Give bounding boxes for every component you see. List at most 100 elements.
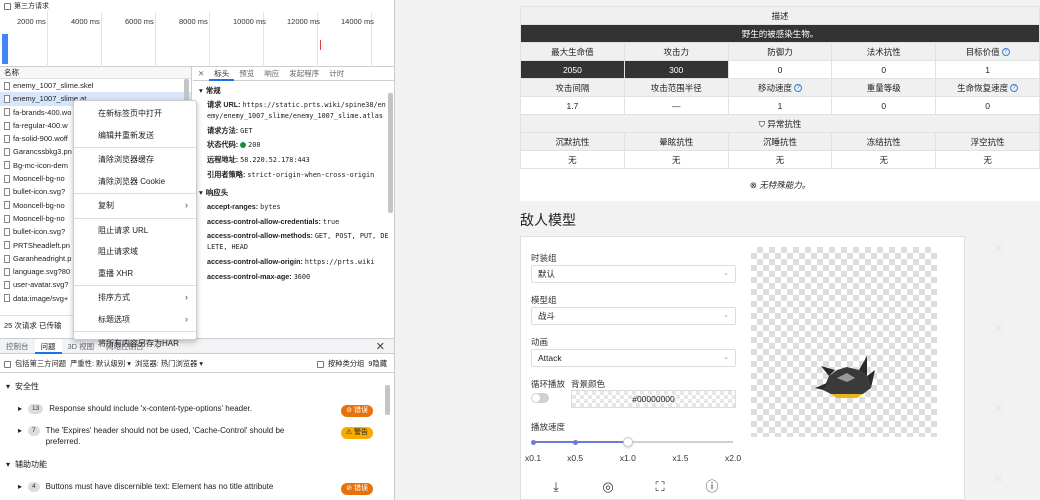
background-deco-icon: ✕ [992,470,1004,486]
tab-4[interactable]: 计时 [324,67,349,81]
model-canvas[interactable] [751,247,937,437]
resistance-header: 晕眩抗性 [623,132,729,151]
screenshot-icon[interactable]: ◎ [600,479,616,495]
context-menu-item[interactable]: 排序方式 › [74,287,196,309]
header-value: 3600 [293,272,311,281]
context-menu-item[interactable]: 重播 XHR [74,263,196,285]
menu-separator [74,331,196,332]
file-icon [4,108,10,117]
security-section-header[interactable]: ▾ 安全性 [0,376,383,396]
group-by-kind-checkbox[interactable] [316,360,324,368]
slider-tick-label: x1.0 [619,453,636,463]
context-menu-item[interactable]: 清除浏览器缓存 [74,149,196,171]
tab-0[interactable]: 标头 [209,67,235,81]
stat-header: 重量等级 [831,78,937,97]
triangle-down-icon: ▾ [6,459,11,469]
loop-toggle[interactable] [531,393,549,403]
context-menu-item[interactable]: 阻止请求域 [74,241,196,263]
timeline-gridline [47,12,48,67]
background-deco-icon: ✕ [992,400,1004,416]
severity-dropdown[interactable]: 严重性: 默认级别 ▾ [70,359,131,369]
a11y-section-header[interactable]: ▾ 辅助功能 [0,454,383,474]
bg-color-input[interactable]: #00000000 [571,390,736,408]
context-menu-item[interactable]: 复制 › [74,195,196,217]
drawer-tab-0[interactable]: 控制台 [0,339,35,354]
header-value: true [322,217,340,226]
file-icon [4,161,10,170]
drawer-tab-1[interactable]: 问题 [34,338,62,354]
network-timeline[interactable]: 2000 ms 4000 ms 6000 ms 8000 ms 10000 ms 1200… [0,12,394,67]
skin-group-select[interactable]: 默认 ⌄ [531,265,736,283]
third-party-filter[interactable]: 第三方请求 [0,0,394,12]
issue-row[interactable]: ▸ 4 Buttons must have discernible text: El… [0,481,383,495]
info-icon[interactable]: ⓘ [704,479,720,495]
stat-value: 0 [935,96,1040,115]
model-group-label: 模型组 [531,295,557,305]
header-key: access-control-max-age: [207,271,292,281]
response-header-row: access-control-allow-credentials: true [193,215,394,230]
issues-toolbar: 包括第三方问题 严重性: 默认级别 ▾ 浏览器: 热门浏览器 ▾ 按种类分组 9… [0,356,394,373]
help-icon[interactable]: ? [794,84,802,93]
help-icon[interactable]: ? [1010,84,1019,93]
menu-separator [74,193,196,194]
status-ok-icon [240,142,247,149]
stat-value: 0 [727,60,833,79]
model-group-select[interactable]: 战斗 ⌄ [531,307,736,325]
download-icon[interactable]: ⤓ [548,479,564,495]
bg-color-label: 背景颜色 [571,379,606,389]
file-icon [4,174,10,183]
resistance-header: 沉睡抗性 [727,132,833,151]
slider-step-dot [572,439,578,445]
tab-3[interactable]: 发起程序 [284,67,324,81]
method-row: 请求方法: GET [207,125,253,135]
request-row[interactable]: enemy_1007_slime.skel [0,79,191,92]
third-party-checkbox[interactable] [4,2,11,10]
include-third-party-checkbox[interactable] [4,360,11,368]
drawer-close-icon[interactable]: ✕ [376,340,385,353]
menu-item-label: 复制 [98,201,114,210]
header-key: access-control-allow-origin: [207,256,303,266]
tab-2[interactable]: 响应 [259,67,284,81]
stat-header: 攻击力 [623,42,729,61]
help-icon[interactable]: ? [1001,48,1010,57]
browser-dropdown[interactable]: 浏览器: 热门浏览器 ▾ [135,359,203,369]
context-menu-item[interactable]: 阻止请求 URL [74,220,196,242]
issue-text: Response should include 'x-content-type-… [49,404,252,413]
request-name: fa-solid-900.woff [13,134,68,144]
response-header-row: access-control-max-age: 3600 [193,270,394,285]
slider-knob[interactable] [622,437,633,447]
request-name: bullet-icon.svg? [13,227,66,237]
issue-row[interactable]: ▸ 13 Response should include 'x-content-ty… [0,403,383,417]
file-icon [4,214,10,223]
description-header: 描述 [520,6,1040,25]
context-menu-item[interactable]: 将所有内容另存为HAR [74,333,196,355]
fullscreen-icon[interactable]: ⛶ [652,479,668,495]
context-menu-item[interactable]: 清除浏览器 Cookie [74,171,196,193]
issue-row[interactable]: ▸ 7 The 'Expires' header should not be use… [0,425,383,447]
detail-tabs: ✕ 标头 预览 响应 发起程序 计时 [193,67,394,81]
header-value: https://prts.wiki [304,257,375,266]
triangle-down-icon: ▾ [199,187,203,197]
issues-scrollbar[interactable] [385,385,390,415]
file-icon [4,81,10,90]
animation-select[interactable]: Attack ⌄ [531,349,736,367]
context-menu-item[interactable]: 编辑并重新发送 [74,125,196,147]
name-column-header[interactable]: 名称 [0,67,191,79]
context-menu-item[interactable]: 标题选项 › [74,309,196,331]
headers-scrollbar[interactable] [388,93,393,213]
stat-value: 0 [831,60,937,79]
menu-item-label: 在新标签页中打开 [98,109,162,118]
slider-tick-label: x2.0 [725,453,742,463]
chevron-down-icon: ⌄ [723,354,729,361]
abnormal-resistance-header: ⛉ 异常抗性 [520,114,1040,133]
hidden-count[interactable]: 9隐藏 [368,359,387,369]
resistance-value: 无 [727,150,833,169]
close-icon[interactable]: ✕ [193,67,209,81]
timeline-gridline [209,12,210,67]
response-headers-section-header[interactable]: ▾ 响应头 [193,183,394,200]
menu-item-label: 重播 XHR [98,268,134,278]
request-url-row: 请求 URL: https://static.prts.wiki/spine38… [207,100,386,120]
context-menu-item[interactable]: 在新标签页中打开 [74,103,196,125]
tab-1[interactable]: 预览 [234,67,259,81]
general-section-header[interactable]: ▾ 常规 [193,81,394,98]
